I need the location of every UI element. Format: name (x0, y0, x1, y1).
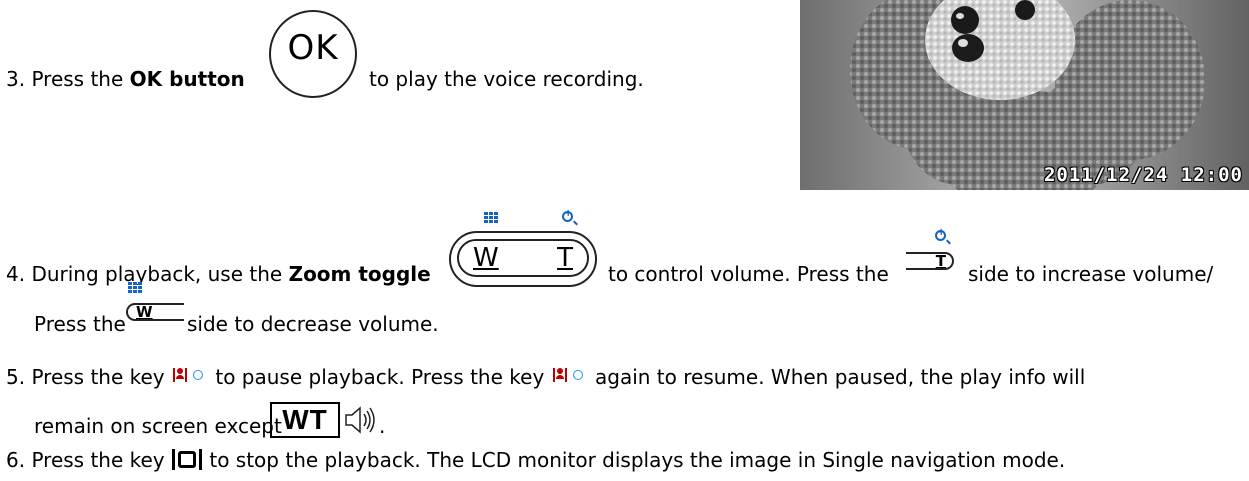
step-5-line-2: remain on screen except (34, 414, 282, 438)
zoom-in-icon (562, 208, 573, 222)
step-text: Press the (31, 67, 130, 91)
step-text: to stop the playback. The LCD monitor di… (209, 448, 1066, 472)
step-text: Press the key (31, 365, 165, 389)
zoom-toggle-icon: W T (449, 208, 597, 293)
step-4-text-b: to control volume. Press the (608, 262, 889, 286)
step-text: During playback, use the (31, 262, 289, 286)
step-4-line-2-prefix: Press the (34, 312, 126, 336)
wt-zoom-indicator-icon: WT (270, 402, 340, 438)
thumbnail-grid-icon (128, 282, 142, 293)
w-label: W (473, 243, 499, 273)
tele-side-icon: T (906, 252, 954, 270)
ok-button-icon: OK (269, 10, 357, 98)
step-4-text-e: side to decrease volume. (187, 312, 439, 336)
playback-photo: 2011/12/24 12:00 (800, 0, 1249, 190)
wide-side-icon: W (126, 303, 184, 321)
plush-toy-image (800, 0, 1249, 190)
stop-key-icon (172, 448, 202, 470)
step-5-line-1: 5. Press the key to pause playback. Pres… (6, 365, 1085, 389)
zoom-toggle-label-bold: Zoom toggle (288, 262, 431, 286)
step-text: Press the key (31, 448, 165, 472)
photo-timestamp: 2011/12/24 12:00 (1043, 164, 1243, 186)
step-6-line: 6. Press the key to stop the playback. T… (6, 448, 1065, 472)
step-number: 5. (6, 365, 26, 389)
step-text: to pause playback. Press the key (215, 365, 545, 389)
step-5-period: . (379, 414, 386, 438)
step-text: again to resume. When paused, the play i… (595, 365, 1086, 389)
t-label: T (557, 243, 573, 273)
speaker-volume-icon (345, 406, 375, 434)
play-pause-key-icon (173, 367, 207, 385)
step-3-trailing-text: to play the voice recording. (369, 67, 644, 91)
step-number: 3. (6, 67, 26, 91)
step-number: 4. (6, 262, 26, 286)
ok-button-text: OK (287, 28, 339, 68)
ok-button-label-bold: OK button (129, 67, 245, 91)
thumbnail-grid-icon (484, 212, 498, 223)
step-4-line-1: 4. During playback, use the Zoom toggle (6, 262, 431, 286)
step-4-text-c: side to increase volume/ (968, 262, 1214, 286)
play-pause-key-icon (552, 367, 587, 385)
step-3-line: 3. Press the OK button (6, 67, 245, 91)
step-number: 6. (6, 448, 26, 472)
zoom-in-icon (935, 227, 946, 241)
